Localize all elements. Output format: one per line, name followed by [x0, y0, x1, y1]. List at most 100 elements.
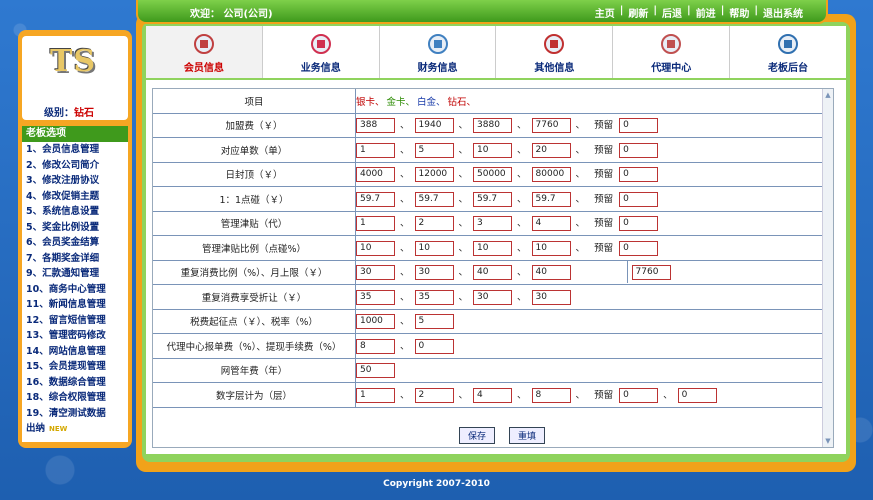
level-name-2: 白金、 — [417, 96, 446, 108]
menu-item-10[interactable]: 10、商务中心管理 — [22, 282, 128, 298]
value-input[interactable]: 10 — [356, 240, 395, 256]
menu-item-18[interactable]: 19、清空测试数据 — [22, 406, 128, 422]
menu-item-15[interactable]: 15、会员提现管理 — [22, 359, 128, 375]
tab-3[interactable]: 财务信息 — [380, 26, 497, 78]
topnav-link-5[interactable]: 退出系统 — [758, 5, 808, 20]
value-input[interactable]: 50000 — [473, 167, 513, 183]
menu-item-7[interactable]: 6、会员奖金结算 — [22, 235, 128, 251]
value-input[interactable]: 1 — [356, 142, 395, 158]
value-input[interactable]: 30 — [356, 264, 395, 280]
value-input[interactable]: 7760 — [531, 118, 571, 134]
topnav-link-2[interactable]: 后退 — [657, 5, 687, 20]
value-input[interactable]: 12000 — [414, 167, 454, 183]
reserve-input[interactable]: 0 — [619, 118, 659, 134]
scroll-up-icon[interactable]: ▲ — [824, 91, 832, 99]
value-input[interactable]: 40 — [531, 264, 571, 280]
scrollbar[interactable]: ▲ ▼ — [822, 89, 833, 447]
reserve-input[interactable]: 0 — [619, 240, 659, 256]
value-input[interactable]: 10 — [473, 142, 513, 158]
value-input[interactable]: 2 — [414, 387, 454, 403]
value-input[interactable]: 4 — [473, 387, 513, 403]
monthly-limit-input[interactable]: 7760 — [631, 264, 671, 280]
topnav-link-4[interactable]: 帮助 — [724, 5, 754, 20]
reset-button[interactable]: 重填 — [509, 427, 546, 444]
menu-item-19[interactable]: 出纳 NEW — [22, 421, 128, 437]
value-input[interactable]: 8 — [531, 387, 571, 403]
value-input[interactable]: 30 — [531, 289, 571, 305]
value-input[interactable]: 30 — [473, 289, 513, 305]
settings-form: 项目 银卡、 金卡、 白金、 钻石、 加盟费（￥） 388、 1940、 3880、 7760、预… — [152, 88, 834, 448]
tab-6[interactable]: 老板后台 — [730, 26, 846, 78]
reserve-input[interactable]: 0 — [619, 167, 659, 183]
value-input[interactable]: 3 — [473, 216, 513, 232]
tab-4[interactable]: 其他信息 — [496, 26, 614, 78]
menu-item-11[interactable]: 11、新闻信息管理 — [22, 297, 128, 313]
value-input[interactable]: 50 — [356, 362, 395, 378]
value-input[interactable]: 1 — [356, 216, 395, 232]
menu-item-3[interactable]: 3、修改注册协议 — [22, 173, 128, 189]
value-input[interactable]: 35 — [356, 289, 395, 305]
value-input[interactable]: 5 — [414, 142, 454, 158]
top-nav: 主页 | 刷新 | 后退 | 前进 | 帮助 | 退出系统 — [590, 5, 808, 20]
value-input[interactable]: 4 — [531, 216, 571, 232]
menu-item-14[interactable]: 14、网站信息管理 — [22, 344, 128, 360]
value-input[interactable]: 59.7 — [473, 191, 513, 207]
reserve-input[interactable]: 0 — [619, 191, 659, 207]
value-input[interactable]: 80000 — [531, 167, 571, 183]
value-input[interactable]: 4000 — [356, 167, 395, 183]
reserve-label: 预留 — [594, 242, 614, 254]
reserve-input[interactable]: 0 — [619, 142, 659, 158]
menu-item-2[interactable]: 2、修改公司简介 — [22, 158, 128, 174]
reserve-input-2[interactable]: 0 — [677, 387, 717, 403]
reserve-input[interactable]: 0 — [619, 216, 659, 232]
value-input[interactable]: 0 — [414, 338, 454, 354]
business-icon — [310, 34, 331, 54]
row-label: 网管年费（年） — [153, 358, 356, 383]
row-values: 4000、 12000、 50000、 80000、预留 0 — [355, 162, 833, 187]
reserve-input[interactable]: 0 — [619, 387, 659, 403]
tab-2[interactable]: 业务信息 — [263, 26, 380, 78]
value-input[interactable]: 3880 — [473, 118, 513, 134]
value-input[interactable]: 59.7 — [531, 191, 571, 207]
menu-item-4[interactable]: 4、修改促销主题 — [22, 189, 128, 205]
value-input[interactable]: 8 — [356, 338, 395, 354]
menu-item-1[interactable]: 1、会员信息管理 — [22, 142, 128, 158]
menu-item-5[interactable]: 5、系统信息设置 — [22, 204, 128, 220]
dun-separator: 、 — [458, 193, 469, 205]
value-input[interactable]: 40 — [473, 264, 513, 280]
value-input[interactable]: 20 — [531, 142, 571, 158]
value-input[interactable]: 59.7 — [356, 191, 395, 207]
value-input[interactable]: 5 — [414, 314, 454, 330]
topnav-link-0[interactable]: 主页 — [590, 5, 620, 20]
topnav-link-1[interactable]: 刷新 — [623, 5, 653, 20]
value-input[interactable]: 30 — [414, 264, 454, 280]
tab-1[interactable]: 会员信息 — [146, 26, 263, 78]
value-input[interactable]: 10 — [473, 240, 513, 256]
value-input[interactable]: 1000 — [356, 314, 395, 330]
value-input[interactable]: 1 — [356, 387, 395, 403]
reserve-label: 预留 — [594, 218, 614, 230]
new-badge-icon: NEW — [49, 425, 68, 433]
value-input[interactable]: 59.7 — [414, 191, 454, 207]
value-input[interactable]: 1940 — [414, 118, 454, 134]
row-label: 税费起征点（￥）、税率（%） — [153, 309, 356, 334]
menu-item-6[interactable]: 5、奖金比例设置 — [22, 220, 128, 236]
tab-5[interactable]: 代理中心 — [613, 26, 731, 78]
menu-item-17[interactable]: 18、综合权限管理 — [22, 390, 128, 406]
menu-item-9[interactable]: 9、汇款通知管理 — [22, 266, 128, 282]
value-input[interactable]: 2 — [414, 216, 454, 232]
value-input[interactable]: 35 — [414, 289, 454, 305]
value-input[interactable]: 10 — [414, 240, 454, 256]
value-input[interactable]: 10 — [531, 240, 571, 256]
menu-item-16[interactable]: 16、数据综合管理 — [22, 375, 128, 391]
scroll-down-icon[interactable]: ▼ — [824, 437, 832, 445]
topnav-link-3[interactable]: 前进 — [691, 5, 721, 20]
value-input[interactable]: 388 — [356, 118, 395, 134]
menu-item-12[interactable]: 12、留言短信管理 — [22, 313, 128, 329]
menu-item-8[interactable]: 7、各期奖金详细 — [22, 251, 128, 267]
menu-item-13[interactable]: 13、管理密码修改 — [22, 328, 128, 344]
dun-separator: 、 — [663, 389, 673, 401]
reserve-label: 预留 — [594, 144, 614, 156]
save-button[interactable]: 保存 — [459, 427, 496, 444]
dun-separator: 、 — [458, 389, 469, 401]
